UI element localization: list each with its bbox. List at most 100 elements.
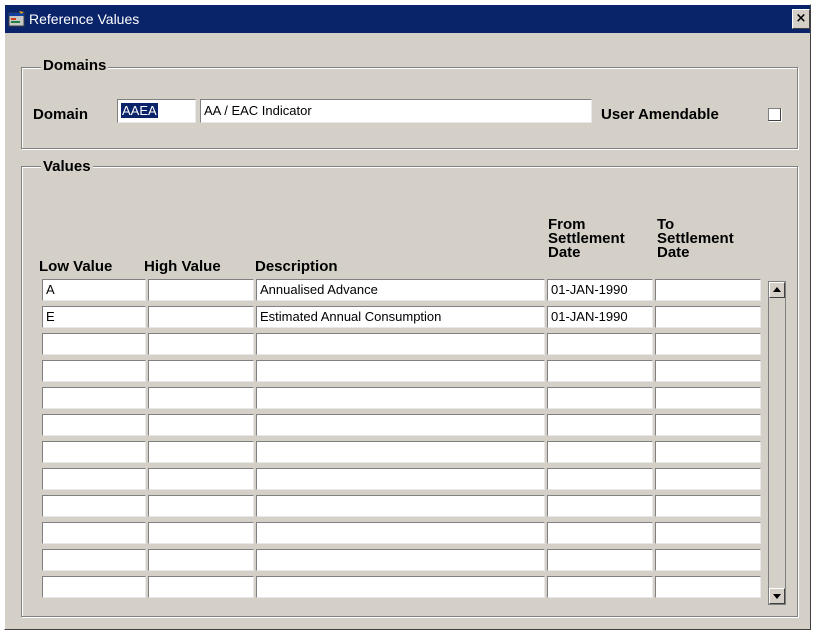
table-row bbox=[42, 360, 762, 382]
cell-from-settlement-date[interactable]: 01-JAN-1990 bbox=[547, 306, 653, 328]
cell-from-settlement-date[interactable] bbox=[547, 387, 653, 409]
cell-from-settlement-date[interactable] bbox=[547, 441, 653, 463]
table-row bbox=[42, 576, 762, 598]
cell-description[interactable] bbox=[256, 576, 545, 598]
scroll-up-arrow-icon bbox=[773, 287, 781, 292]
col-header-low-value: Low Value bbox=[39, 258, 113, 275]
cell-high-value[interactable] bbox=[148, 387, 254, 409]
scroll-up-button[interactable] bbox=[769, 282, 785, 298]
cell-low-value[interactable] bbox=[42, 468, 146, 490]
cell-description[interactable]: Estimated Annual Consumption bbox=[256, 306, 545, 328]
cell-to-settlement-date[interactable] bbox=[655, 549, 761, 571]
cell-description[interactable] bbox=[256, 387, 545, 409]
domain-code-value: AAEA bbox=[121, 103, 158, 118]
cell-to-settlement-date[interactable] bbox=[655, 387, 761, 409]
scroll-down-button[interactable] bbox=[769, 588, 785, 604]
cell-high-value[interactable] bbox=[148, 360, 254, 382]
cell-to-settlement-date[interactable] bbox=[655, 360, 761, 382]
cell-description[interactable] bbox=[256, 360, 545, 382]
cell-high-value[interactable] bbox=[148, 495, 254, 517]
col-header-to-line3: Date bbox=[657, 244, 690, 261]
table-row: A Annualised Advance 01-JAN-1990 bbox=[42, 279, 762, 301]
cell-from-settlement-date[interactable] bbox=[547, 360, 653, 382]
cell-to-settlement-date[interactable] bbox=[655, 495, 761, 517]
reference-values-window: Reference Values × Domains Domain AAEA A… bbox=[4, 4, 811, 630]
domain-label: Domain bbox=[33, 106, 89, 123]
cell-from-settlement-date[interactable] bbox=[547, 495, 653, 517]
cell-description[interactable] bbox=[256, 441, 545, 463]
cell-low-value[interactable]: A bbox=[42, 279, 146, 301]
table-row: E Estimated Annual Consumption 01-JAN-1990 bbox=[42, 306, 762, 328]
cell-high-value[interactable] bbox=[148, 279, 254, 301]
cell-description[interactable]: Annualised Advance bbox=[256, 279, 545, 301]
cell-from-settlement-date[interactable]: 01-JAN-1990 bbox=[547, 279, 653, 301]
domains-legend: Domains bbox=[41, 57, 109, 75]
col-header-high-value: High Value bbox=[144, 258, 221, 275]
cell-from-settlement-date[interactable] bbox=[547, 333, 653, 355]
cell-to-settlement-date[interactable] bbox=[655, 441, 761, 463]
cell-to-settlement-date[interactable] bbox=[655, 468, 761, 490]
cell-low-value[interactable] bbox=[42, 441, 146, 463]
window-title: Reference Values bbox=[29, 11, 140, 27]
col-header-from-settlement-date: From Settlement Date bbox=[548, 217, 625, 261]
cell-high-value[interactable] bbox=[148, 576, 254, 598]
cell-to-settlement-date[interactable] bbox=[655, 306, 761, 328]
values-scrollbar[interactable] bbox=[768, 281, 786, 605]
cell-from-settlement-date[interactable] bbox=[547, 549, 653, 571]
cell-high-value[interactable] bbox=[148, 414, 254, 436]
cell-low-value[interactable] bbox=[42, 387, 146, 409]
user-amendable-checkbox[interactable] bbox=[768, 108, 781, 121]
cell-to-settlement-date[interactable] bbox=[655, 279, 761, 301]
cell-high-value[interactable] bbox=[148, 549, 254, 571]
cell-high-value[interactable] bbox=[148, 441, 254, 463]
cell-from-settlement-date[interactable] bbox=[547, 576, 653, 598]
scroll-track[interactable] bbox=[769, 300, 785, 586]
table-row bbox=[42, 414, 762, 436]
table-row bbox=[42, 522, 762, 544]
close-button[interactable]: × bbox=[792, 9, 810, 29]
col-header-from-line3: Date bbox=[548, 244, 581, 261]
table-row bbox=[42, 468, 762, 490]
domain-description-input[interactable]: AA / EAC Indicator bbox=[200, 99, 592, 123]
cell-description[interactable] bbox=[256, 414, 545, 436]
scroll-down-arrow-icon bbox=[773, 594, 781, 599]
cell-from-settlement-date[interactable] bbox=[547, 468, 653, 490]
cell-to-settlement-date[interactable] bbox=[655, 414, 761, 436]
cell-low-value[interactable] bbox=[42, 576, 146, 598]
col-header-description: Description bbox=[255, 258, 338, 275]
table-row bbox=[42, 333, 762, 355]
cell-high-value[interactable] bbox=[148, 468, 254, 490]
cell-high-value[interactable] bbox=[148, 333, 254, 355]
cell-high-value[interactable] bbox=[148, 522, 254, 544]
cell-low-value[interactable] bbox=[42, 414, 146, 436]
cell-low-value[interactable] bbox=[42, 333, 146, 355]
cell-to-settlement-date[interactable] bbox=[655, 333, 761, 355]
cell-to-settlement-date[interactable] bbox=[655, 522, 761, 544]
cell-low-value[interactable] bbox=[42, 495, 146, 517]
cell-to-settlement-date[interactable] bbox=[655, 576, 761, 598]
cell-description[interactable] bbox=[256, 549, 545, 571]
cell-description[interactable] bbox=[256, 333, 545, 355]
cell-from-settlement-date[interactable] bbox=[547, 414, 653, 436]
domain-description-value: AA / EAC Indicator bbox=[204, 103, 312, 118]
cell-high-value[interactable] bbox=[148, 306, 254, 328]
cell-low-value[interactable] bbox=[42, 522, 146, 544]
table-row bbox=[42, 549, 762, 571]
close-icon: × bbox=[795, 11, 807, 26]
cell-low-value[interactable] bbox=[42, 549, 146, 571]
cell-low-value[interactable] bbox=[42, 360, 146, 382]
user-amendable-label: User Amendable bbox=[601, 106, 719, 123]
values-legend: Values bbox=[41, 158, 93, 176]
table-row bbox=[42, 387, 762, 409]
cell-from-settlement-date[interactable] bbox=[547, 522, 653, 544]
col-header-to-settlement-date: To Settlement Date bbox=[657, 217, 734, 261]
domain-code-input[interactable]: AAEA bbox=[117, 99, 196, 123]
title-bar[interactable]: Reference Values × bbox=[5, 5, 810, 33]
cell-description[interactable] bbox=[256, 468, 545, 490]
table-row bbox=[42, 441, 762, 463]
cell-low-value[interactable]: E bbox=[42, 306, 146, 328]
cell-description[interactable] bbox=[256, 495, 545, 517]
app-window-icon bbox=[8, 11, 25, 27]
table-row bbox=[42, 495, 762, 517]
cell-description[interactable] bbox=[256, 522, 545, 544]
